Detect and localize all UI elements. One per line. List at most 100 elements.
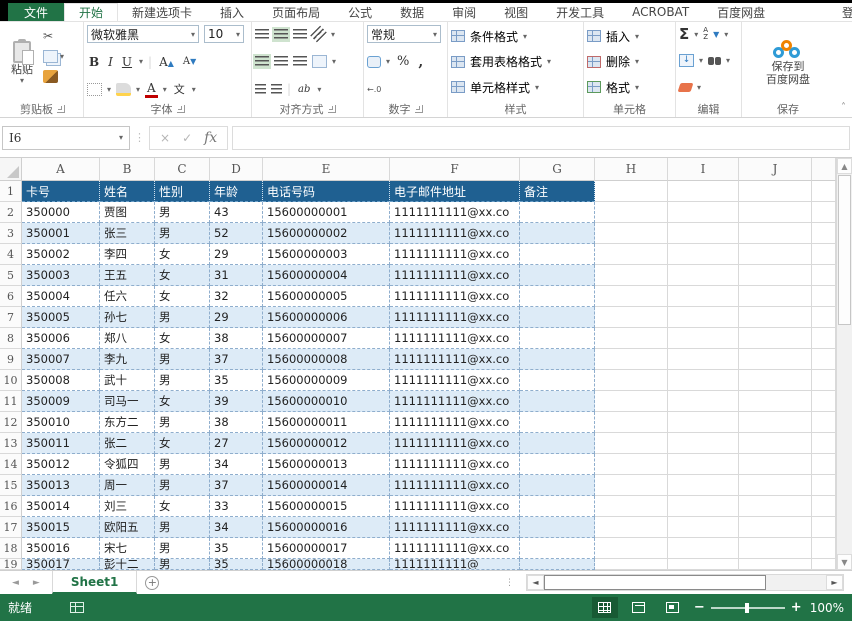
cell-C8[interactable]: 女 (155, 328, 210, 349)
cell-F14[interactable]: 1111111111@xx.co (390, 454, 520, 475)
grow-font-button[interactable]: A▲ (157, 55, 176, 69)
cell-G15[interactable] (520, 475, 595, 496)
find-select-button[interactable] (708, 57, 721, 65)
font-size-combo[interactable]: 10▾ (204, 25, 244, 43)
fill-down-button[interactable]: ↓ (679, 54, 694, 67)
collapse-ribbon-icon[interactable]: ˄ (841, 102, 846, 113)
cell-G3[interactable] (520, 223, 595, 244)
column-header-F[interactable]: F (390, 158, 520, 181)
insert-cells-button[interactable]: 插入▾ (587, 26, 672, 46)
cell-K11[interactable] (812, 391, 836, 412)
cell-E16[interactable]: 15600000015 (263, 496, 390, 517)
cell-C6[interactable]: 女 (155, 286, 210, 307)
cell-I18[interactable] (668, 538, 739, 559)
cell-C7[interactable]: 男 (155, 307, 210, 328)
row-header-7[interactable]: 7 (0, 307, 22, 328)
cell-D16[interactable]: 33 (210, 496, 263, 517)
cell-D6[interactable]: 32 (210, 286, 263, 307)
align-middle-button[interactable] (274, 29, 288, 40)
horizontal-scroll-track[interactable] (766, 575, 826, 590)
increase-decimal-button[interactable]: ←.0 (367, 85, 381, 94)
cell-A4[interactable]: 350002 (22, 244, 100, 265)
underline-dropdown-icon[interactable]: ▾ (139, 57, 143, 66)
cell-I17[interactable] (668, 517, 739, 538)
column-header-C[interactable]: C (155, 158, 210, 181)
cell-C9[interactable]: 男 (155, 349, 210, 370)
cell-J8[interactable] (739, 328, 812, 349)
cell-C17[interactable]: 男 (155, 517, 210, 538)
cell-E9[interactable]: 15600000008 (263, 349, 390, 370)
cell-E15[interactable]: 15600000014 (263, 475, 390, 496)
format-painter-button[interactable] (41, 68, 66, 84)
column-header-partial[interactable] (812, 158, 836, 181)
cell-A2[interactable]: 350000 (22, 202, 100, 223)
cell-E5[interactable]: 15600000004 (263, 265, 390, 286)
cell-I6[interactable] (668, 286, 739, 307)
column-header-I[interactable]: I (668, 158, 739, 181)
cell-E18[interactable]: 15600000017 (263, 538, 390, 559)
row-header-11[interactable]: 11 (0, 391, 22, 412)
save-to-baidu-button[interactable]: 保存到 百度网盘 (760, 24, 816, 101)
cell-K12[interactable] (812, 412, 836, 433)
column-header-B[interactable]: B (100, 158, 155, 181)
copy-button[interactable]: ▾ (41, 48, 66, 64)
clear-button[interactable] (678, 83, 694, 92)
cell-G16[interactable] (520, 496, 595, 517)
delete-cells-button[interactable]: 删除▾ (587, 52, 672, 72)
cell-E19[interactable]: 15600000018 (263, 559, 390, 570)
cell-K10[interactable] (812, 370, 836, 391)
column-header-J[interactable]: J (739, 158, 812, 181)
cell-A1[interactable]: 卡号 (22, 181, 100, 202)
number-format-combo[interactable]: 常规▾ (367, 25, 441, 43)
row-header-8[interactable]: 8 (0, 328, 22, 349)
cell-B5[interactable]: 王五 (100, 265, 155, 286)
cell-J11[interactable] (739, 391, 812, 412)
decrease-indent-button[interactable] (255, 84, 266, 95)
autosum-button[interactable]: Σ (679, 25, 689, 43)
cell-B18[interactable]: 宋七 (100, 538, 155, 559)
cell-D11[interactable]: 39 (210, 391, 263, 412)
cell-B19[interactable]: 彭十二 (100, 559, 155, 570)
cell-D5[interactable]: 31 (210, 265, 263, 286)
column-header-G[interactable]: G (520, 158, 595, 181)
cell-B4[interactable]: 李四 (100, 244, 155, 265)
cell-J1[interactable] (739, 181, 812, 202)
tab-home[interactable]: 开始 (64, 3, 118, 21)
cell-B7[interactable]: 孙七 (100, 307, 155, 328)
cell-C3[interactable]: 男 (155, 223, 210, 244)
row-header-17[interactable]: 17 (0, 517, 22, 538)
cell-B13[interactable]: 张二 (100, 433, 155, 454)
cell-J14[interactable] (739, 454, 812, 475)
paste-button[interactable]: 粘贴 ▾ (5, 24, 39, 101)
cell-G7[interactable] (520, 307, 595, 328)
zoom-slider[interactable] (711, 607, 785, 609)
cell-A11[interactable]: 350009 (22, 391, 100, 412)
cell-J17[interactable] (739, 517, 812, 538)
cell-D3[interactable]: 52 (210, 223, 263, 244)
row-header-4[interactable]: 4 (0, 244, 22, 265)
cell-G17[interactable] (520, 517, 595, 538)
cell-B3[interactable]: 张三 (100, 223, 155, 244)
cell-F13[interactable]: 1111111111@xx.co (390, 433, 520, 454)
cell-I14[interactable] (668, 454, 739, 475)
cell-F12[interactable]: 1111111111@xx.co (390, 412, 520, 433)
cell-C19[interactable]: 男 (155, 559, 210, 570)
cell-A13[interactable]: 350011 (22, 433, 100, 454)
cell-E2[interactable]: 15600000001 (263, 202, 390, 223)
tab-developer[interactable]: 开发工具 (542, 3, 618, 21)
row-header-3[interactable]: 3 (0, 223, 22, 244)
cell-G14[interactable] (520, 454, 595, 475)
row-header-6[interactable]: 6 (0, 286, 22, 307)
cell-G1[interactable]: 备注 (520, 181, 595, 202)
cell-E12[interactable]: 15600000011 (263, 412, 390, 433)
comma-style-button[interactable]: , (416, 54, 425, 70)
cell-H8[interactable] (595, 328, 668, 349)
scroll-up-icon[interactable]: ▲ (837, 158, 852, 174)
column-header-D[interactable]: D (210, 158, 263, 181)
vertical-scroll-thumb[interactable] (838, 175, 851, 325)
enter-button[interactable]: ✓ (182, 131, 192, 145)
cell-E3[interactable]: 15600000002 (263, 223, 390, 244)
cell-F10[interactable]: 1111111111@xx.co (390, 370, 520, 391)
cell-E17[interactable]: 15600000016 (263, 517, 390, 538)
font-name-combo[interactable]: 微软雅黑▾ (87, 25, 199, 43)
